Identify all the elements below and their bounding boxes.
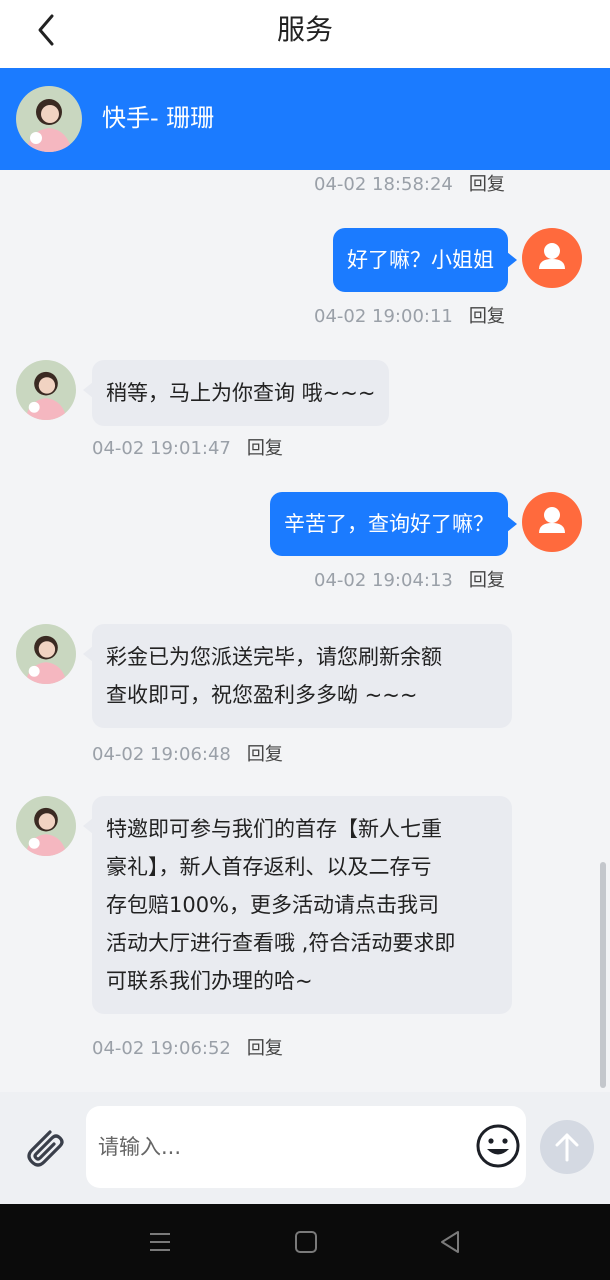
user-icon [539, 507, 565, 533]
chat-messages: 04-02 18:58:24 回复 好了嘛？小姐姐 04-02 19:00:11 回… [0, 170, 610, 1092]
message-bubble-outgoing: 辛苦了，查询好了嘛？ [270, 492, 517, 556]
message-meta: 04-02 19:06:48 回复 [92, 742, 283, 768]
reply-button[interactable]: 回复 [469, 570, 505, 591]
menu-icon [150, 1233, 170, 1251]
top-bar: 服务 [0, 0, 610, 69]
message-time: 04-02 18:58:24 [314, 174, 453, 195]
agent-avatar[interactable] [16, 86, 82, 152]
page-title: 服务 [276, 13, 333, 46]
message-input[interactable] [86, 1106, 526, 1188]
reply-button[interactable]: 回复 [247, 744, 283, 765]
arrow-up-icon [555, 1133, 579, 1162]
agent-avatar[interactable] [16, 624, 76, 684]
system-navigation-bar [0, 1204, 610, 1280]
message-text: 辛苦了，查询好了嘛？ [284, 512, 494, 536]
user-avatar[interactable] [522, 228, 582, 288]
message-meta: 04-02 19:06:52 回复 [92, 1036, 283, 1062]
message-meta: 04-02 18:58:24 回复 [314, 172, 505, 198]
message-text-line: 查收即可，祝您盈利多多呦 ~~~ [106, 683, 418, 707]
message-text-line: 彩金已为您派送完毕，请您刷新余额 [106, 645, 442, 669]
chat-scrollbar[interactable] [600, 862, 606, 1088]
home-button[interactable] [288, 1224, 324, 1260]
message-time: 04-02 19:06:48 [92, 744, 231, 765]
message-bubble-incoming: 彩金已为您派送完毕，请您刷新余额 查收即可，祝您盈利多多呦 ~~~ [83, 624, 512, 728]
user-avatar[interactable] [522, 492, 582, 552]
reply-button[interactable]: 回复 [469, 306, 505, 327]
message-text-line: 可联系我们办理的哈~ [106, 969, 313, 993]
message-time: 04-02 19:00:11 [314, 306, 453, 327]
agent-header: 快手- 珊珊 [0, 68, 610, 170]
message-text-line: 特邀即可参与我们的首存【新人七重 [106, 817, 442, 841]
message-text-line: 豪礼】，新人首存返利、以及二存亏 [106, 855, 432, 879]
message-text-line: 存包赔100%，更多活动请点击我司 [106, 893, 440, 917]
paperclip-icon [27, 1130, 64, 1167]
menu-button[interactable] [142, 1224, 178, 1260]
home-square-icon [295, 1231, 317, 1253]
message-meta: 04-02 19:01:47 回复 [92, 436, 283, 462]
message-time: 04-02 19:04:13 [314, 570, 453, 591]
message-time: 04-02 19:06:52 [92, 1038, 231, 1059]
agent-avatar[interactable] [16, 360, 76, 420]
send-button[interactable] [540, 1120, 594, 1174]
reply-button[interactable]: 回复 [247, 1038, 283, 1059]
message-bubble-outgoing: 好了嘛？小姐姐 [333, 228, 517, 292]
message-text: 稍等，马上为你查询 哦~~~ [106, 381, 376, 405]
system-back-button[interactable] [432, 1224, 468, 1260]
message-text-line: 活动大厅进行查看哦 ,符合活动要求即 [106, 931, 456, 955]
message-time: 04-02 19:01:47 [92, 438, 231, 459]
message-bubble-incoming: 特邀即可参与我们的首存【新人七重 豪礼】，新人首存返利、以及二存亏 存包赔100… [83, 796, 512, 1014]
agent-avatar[interactable] [16, 796, 76, 856]
reply-button[interactable]: 回复 [469, 174, 505, 195]
message-bubble-incoming: 稍等，马上为你查询 哦~~~ [82, 360, 390, 426]
user-icon [539, 243, 565, 269]
smiley-icon [476, 1124, 520, 1168]
attach-button[interactable] [18, 1120, 68, 1170]
reply-button[interactable]: 回复 [247, 438, 283, 459]
agent-name: 快手- 珊珊 [102, 104, 215, 132]
message-meta: 04-02 19:00:11 回复 [314, 304, 505, 330]
triangle-back-icon [441, 1231, 459, 1253]
message-meta: 04-02 19:04:13 回复 [314, 568, 505, 594]
message-text: 好了嘛？小姐姐 [347, 248, 494, 272]
input-bar [0, 1092, 610, 1204]
emoji-button[interactable] [474, 1122, 522, 1170]
